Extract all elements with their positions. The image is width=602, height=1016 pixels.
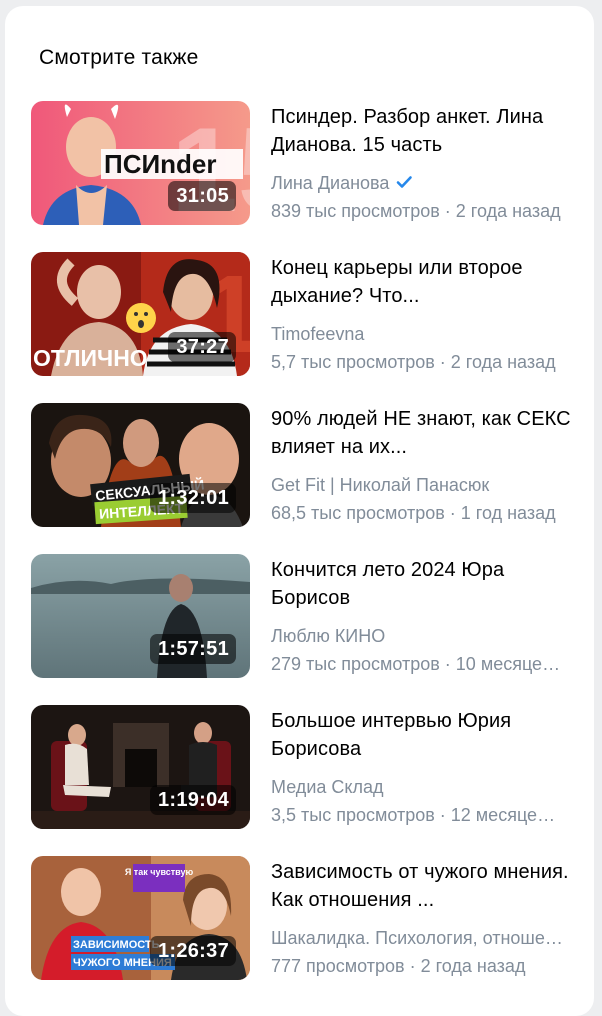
duration-badge: 31:05	[168, 181, 236, 211]
channel-name[interactable]: Лина Дианова	[271, 171, 567, 195]
video-item[interactable]: 1:19:04 Большое интервью Юрия Борисова М…	[31, 705, 581, 831]
video-meta: 279 тыс просмотров · 10 месяцев назад	[271, 654, 561, 674]
video-item[interactable]: 1:57:51 Кончится лето 2024 Юра Борисов Л…	[31, 554, 581, 680]
channel-name[interactable]: Get Fit | Николай Панасюк	[271, 473, 567, 497]
video-title[interactable]: 90% людей НЕ знают, как СЕКС влияет на и…	[271, 405, 571, 461]
video-thumbnail[interactable]: 1:19:04	[31, 705, 250, 829]
video-title[interactable]: Псиндер. Разбор анкет. Лина Дианова. 15 …	[271, 103, 571, 159]
video-item[interactable]: СЕКСУАЛЬНЫЙ ИНТЕЛЛЕКТ 1:32:01 90% людей …	[31, 403, 581, 529]
video-thumbnail[interactable]: Я так чувствую ЗАВИСИМОСТЬ ЧУЖОГО МНЕНИЯ…	[31, 856, 250, 980]
channel-name[interactable]: Шакалидка. Психология, отношения	[271, 926, 567, 950]
video-item[interactable]: Я так чувствую ЗАВИСИМОСТЬ ЧУЖОГО МНЕНИЯ…	[31, 856, 581, 982]
thumb-caption-1: ЗАВИСИМОСТЬ	[73, 939, 160, 951]
channel-name[interactable]: Timofeevna	[271, 322, 567, 346]
duration-badge: 1:19:04	[149, 785, 236, 815]
duration-badge: 1:57:51	[149, 634, 236, 664]
video-title[interactable]: Большое интервью Юрия Борисова	[271, 707, 571, 763]
video-item[interactable]: 15 ПСИnder 31:05 Псиндер. Разбор анкет. …	[31, 101, 581, 227]
thumb-caption-top: Я так чувствую	[125, 867, 194, 877]
video-title[interactable]: Конец карьеры или второе дыхание? Что...	[271, 254, 571, 310]
video-title[interactable]: Зависимость от чужого мнения. Как отноше…	[271, 858, 571, 914]
video-meta: 68,5 тыс просмотров · 1 год назад	[271, 503, 556, 523]
video-thumbnail[interactable]: 1:57:51	[31, 554, 250, 678]
channel-name[interactable]: Люблю КИНО	[271, 624, 567, 648]
video-meta: 777 просмотров · 2 года назад	[271, 956, 526, 976]
section-heading: Смотрите также	[39, 46, 199, 69]
thumb-logo-text: ПСИnder	[104, 149, 217, 179]
channel-name[interactable]: Медиа Склад	[271, 775, 567, 799]
video-meta: 5,7 тыс просмотров · 2 года назад	[271, 352, 556, 372]
thumb-caption: ОТЛИЧНО	[33, 345, 148, 371]
video-item[interactable]: 1 ОТЛИЧНО 37:27 Конец карьеры или второе…	[31, 252, 581, 378]
video-meta: 839 тыс просмотров · 2 года назад	[271, 201, 561, 221]
video-meta: 3,5 тыс просмотров · 12 месяцев назад	[271, 805, 561, 825]
verified-icon	[397, 176, 413, 188]
related-videos-panel: Смотрите также 15 ПСИnder 31:05	[5, 6, 594, 1016]
video-thumbnail[interactable]: СЕКСУАЛЬНЫЙ ИНТЕЛЛЕКТ 1:32:01	[31, 403, 250, 527]
video-thumbnail[interactable]: 15 ПСИnder 31:05	[31, 101, 250, 225]
video-title[interactable]: Кончится лето 2024 Юра Борисов	[271, 556, 571, 612]
duration-badge: 1:32:01	[149, 483, 236, 513]
duration-badge: 37:27	[168, 332, 236, 362]
video-thumbnail[interactable]: 1 ОТЛИЧНО 37:27	[31, 252, 250, 376]
duration-badge: 1:26:37	[149, 936, 236, 966]
